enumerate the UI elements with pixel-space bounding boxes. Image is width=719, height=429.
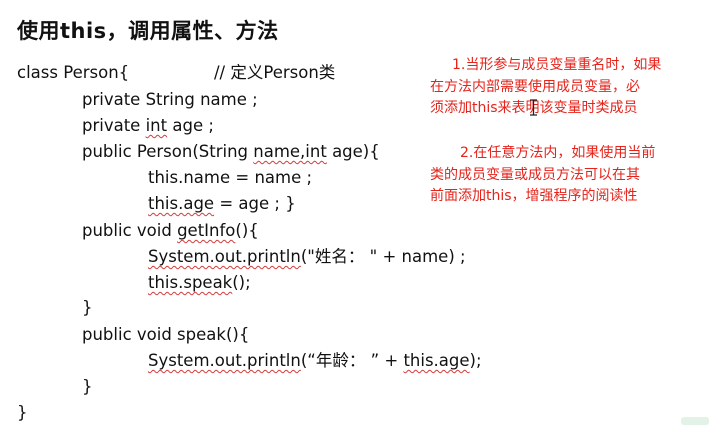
note-2-line-2: 类的成员变量或成员方法可以在其 (430, 166, 640, 183)
code-line-close-speak: } (82, 377, 93, 397)
close-brace-class: } (17, 403, 28, 422)
field-age-type: int (145, 116, 168, 135)
println-args-2a: (“年龄： ” + (300, 351, 404, 370)
code-line-field-name: private String name ; (82, 90, 258, 110)
note-2-line-3: 前面添加this，增强程序的阅读性 (430, 188, 638, 204)
code-line-assign-name: this.name = name ; (148, 168, 312, 188)
getinfo-name: getInfo (177, 221, 236, 240)
code-line-close-class: } (17, 403, 28, 423)
note-1-line-3: 须添加this来表明该变量时类成员 (430, 100, 638, 116)
note-1-line-1: 1.当形参与成员变量重名时，如果 (452, 57, 662, 73)
speak-declaration: public void speak(){ (82, 325, 250, 344)
slide: 使用this，调用属性、方法 class Person{ // 定义Person… (0, 0, 719, 429)
ctor-params: name,int (253, 142, 327, 161)
note-2-line-1: 2.在任意方法内，如果使用当前 (460, 145, 656, 161)
field-age-modifier: private (82, 116, 146, 135)
println-args-2b: ); (469, 351, 482, 370)
note-2: 2.在任意方法内，如果使用当前 类的成员变量或成员方法可以在其 前面添加this… (430, 143, 655, 208)
code-line-field-age: private int age ; (82, 116, 214, 136)
ctor-suffix: age){ (326, 142, 380, 161)
code-line-assign-age: this.age = age ; } (148, 194, 296, 214)
code-line-println-name: System.out.println("姓名： " + name) ; (148, 247, 466, 267)
assign-age-ref: this.age (148, 194, 215, 213)
code-line-class-comment: // 定义Person类 (214, 63, 335, 83)
code-line-constructor: public Person(String name,int age){ (82, 142, 380, 162)
code-line-speak-call: this.speak(); (148, 273, 251, 293)
note-1-line-2: 在方法内部需要使用成员变量，必 (430, 78, 640, 95)
field-age-rest: age ; (167, 116, 214, 135)
corner-watermark (681, 417, 709, 425)
println-call-2: System.out.println (148, 351, 301, 370)
getinfo-suffix: (){ (235, 221, 259, 240)
println-args-1: ("姓名： " + name) ; (300, 247, 466, 266)
code-line-getinfo: public void getInfo(){ (82, 221, 259, 241)
close-brace-getinfo: } (82, 298, 93, 317)
class-comment: // 定义Person类 (214, 63, 336, 82)
code-line-class-decl: class Person{ (17, 63, 129, 83)
println-args-2-ref: this.age (403, 351, 470, 370)
code-line-close-getinfo: } (82, 298, 93, 318)
println-call-1: System.out.println (148, 247, 301, 266)
code-line-speak-decl: public void speak(){ (82, 325, 249, 345)
speak-call-rest: (); (232, 273, 251, 292)
assign-age-rest: = age ; } (214, 194, 296, 213)
getinfo-prefix: public void (82, 221, 178, 240)
slide-title: 使用this，调用属性、方法 (17, 19, 279, 43)
ctor-prefix: public Person(String (82, 142, 254, 161)
speak-call-ref: this.speak (148, 273, 233, 292)
assign-name: this.name = name ; (148, 168, 313, 187)
close-brace-speak: } (82, 377, 93, 396)
class-declaration: class Person{ (17, 63, 130, 82)
field-name-declaration: private String name ; (82, 90, 258, 109)
note-1: 1.当形参与成员变量重名时，如果 在方法内部需要使用成员变量，必 须添加this… (430, 55, 661, 120)
code-line-println-age: System.out.println(“年龄： ” + this.age); (148, 351, 482, 371)
text-cursor-icon (530, 99, 537, 116)
